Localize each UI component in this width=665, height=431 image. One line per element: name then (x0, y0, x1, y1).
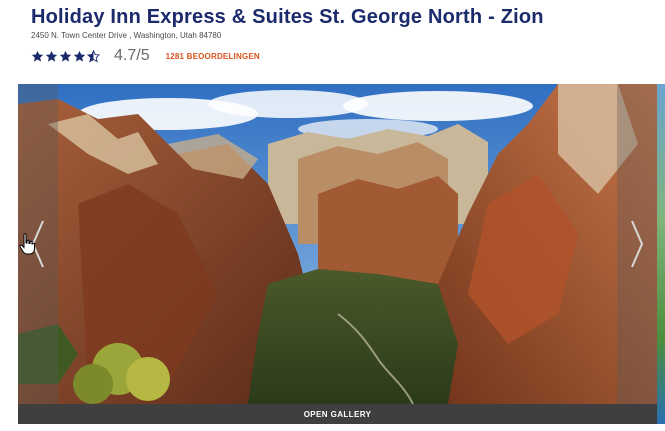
hand-cursor-icon (19, 233, 35, 255)
next-photo-preview (657, 84, 665, 424)
rating-row: 4.7/5 1281 BEOORDELINGEN (31, 46, 260, 66)
reviews-link[interactable]: 1281 BEOORDELINGEN (166, 52, 260, 61)
chevron-right-icon (631, 220, 644, 268)
star-icon (31, 50, 44, 62)
star-icon (45, 50, 58, 62)
gallery-photo (18, 84, 657, 404)
open-gallery-button[interactable]: OPEN GALLERY (18, 404, 657, 424)
star-icon (59, 50, 72, 62)
gallery-next-button[interactable] (617, 84, 657, 404)
star-rating (31, 49, 100, 63)
hotel-title: Holiday Inn Express & Suites St. George … (31, 6, 544, 28)
hotel-address: 2450 N. Town Center Drive , Washington, … (31, 31, 222, 40)
half-star-icon (87, 49, 100, 63)
photo-gallery[interactable] (18, 84, 657, 404)
rating-score: 4.7/5 (114, 47, 150, 64)
star-icon (73, 50, 86, 62)
